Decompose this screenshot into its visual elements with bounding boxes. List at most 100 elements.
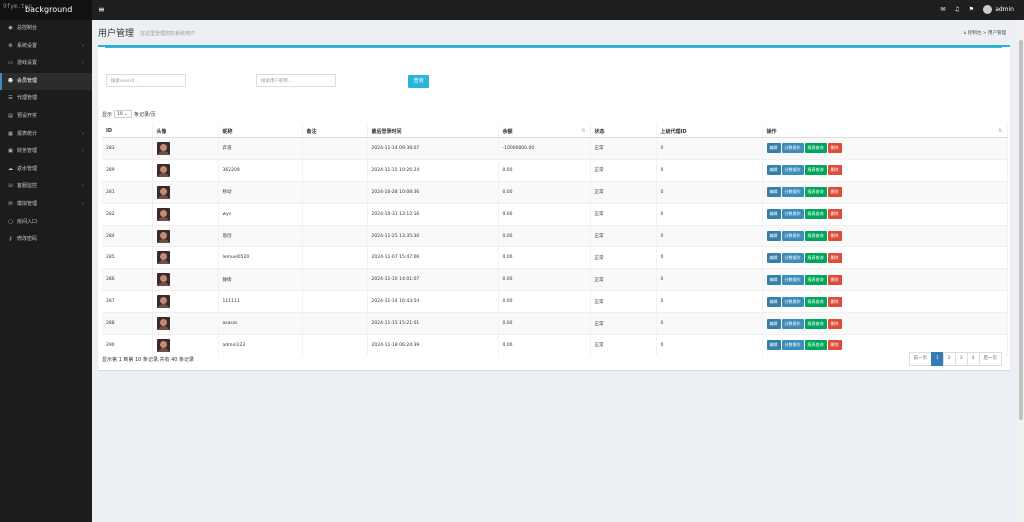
report-button[interactable]: 报表查询 xyxy=(804,187,827,198)
report-button[interactable]: 报表查询 xyxy=(804,165,827,176)
sidebar-item-6[interactable]: ▦ 报表统计 ‹ xyxy=(0,126,92,144)
brand-name[interactable]: background xyxy=(25,5,72,14)
nickname-search-input[interactable]: 搜索用户昵称... xyxy=(256,74,336,87)
envelope-icon[interactable]: ✉ xyxy=(940,6,945,13)
page-scrollbar[interactable] xyxy=(1018,20,1024,522)
delete-button[interactable]: 删除 xyxy=(827,274,842,285)
scrollbar-thumb[interactable] xyxy=(1019,40,1023,420)
column-header-4[interactable]: 最后登录时间 xyxy=(367,125,499,138)
column-header-1[interactable]: 头像 xyxy=(152,125,219,138)
sidebar-item-10[interactable]: ✉ 模拟管理 ‹ xyxy=(0,196,92,214)
report-button[interactable]: 报表查询 xyxy=(804,296,827,307)
split-button[interactable]: 分数操作 xyxy=(781,187,804,198)
column-header-label: 操作 xyxy=(766,128,777,135)
sidebar-item-8[interactable]: ☁ 返水管理 xyxy=(0,161,92,179)
chevron-left-icon: ‹ xyxy=(82,200,84,207)
edit-button[interactable]: 编辑 xyxy=(766,165,781,176)
report-button[interactable]: 报表查询 xyxy=(804,231,827,241)
edit-button[interactable]: 编辑 xyxy=(766,340,781,351)
edit-button[interactable]: 编辑 xyxy=(766,143,781,154)
split-button[interactable]: 分数操作 xyxy=(781,274,804,285)
delete-button[interactable]: 删除 xyxy=(827,296,842,307)
report-button[interactable]: 报表查询 xyxy=(804,274,827,285)
flag-icon[interactable]: ⚑ xyxy=(969,6,974,13)
gamepad-icon: ▭ xyxy=(8,60,13,67)
report-button[interactable]: 报表查询 xyxy=(804,209,827,220)
sidebar-item-5[interactable]: ▤ 预设开奖 xyxy=(0,108,92,126)
finance-icon: ▣ xyxy=(8,148,13,155)
sidebar-item-12[interactable]: ⚷ 修改密码 xyxy=(0,231,92,249)
sidebar: ◉ 总控制台 ⚙ 系统设置 ‹ ▭ 游戏设置 ‹ ☻ 会员管理 ☰ 代理管理 ▤ 预设开奖 ▦ 报表统计 ‹ ▣ 财… xyxy=(0,20,92,522)
cell-avatar xyxy=(152,158,219,182)
sort-icon[interactable]: ⇅ xyxy=(998,128,1002,134)
split-button[interactable]: 分数操作 xyxy=(781,296,804,307)
sidebar-item-7[interactable]: ▣ 财务管理 ‹ xyxy=(0,143,92,161)
edit-button[interactable]: 编辑 xyxy=(766,274,781,285)
sidebar-item-2[interactable]: ▭ 游戏设置 ‹ xyxy=(0,55,92,73)
column-header-8[interactable]: 操作 ⇅ xyxy=(762,125,1008,138)
column-header-6[interactable]: 状态 xyxy=(590,125,657,138)
split-button[interactable]: 分数操作 xyxy=(781,340,804,351)
report-button[interactable]: 报表查询 xyxy=(804,318,827,329)
split-button[interactable]: 分数操作 xyxy=(781,143,804,154)
sidebar-item-4[interactable]: ☰ 代理管理 xyxy=(0,90,92,108)
column-header-7[interactable]: 上级代理ID xyxy=(656,125,763,138)
delete-button[interactable]: 删除 xyxy=(827,209,842,220)
sidebar-item-3[interactable]: ☻ 会员管理 xyxy=(0,72,92,91)
prev-page-button[interactable]: 前一页 xyxy=(908,352,932,366)
split-button[interactable]: 分数操作 xyxy=(781,318,804,329)
report-button[interactable]: 报表查询 xyxy=(804,340,827,351)
page-length-select[interactable]: 10 ⌄ xyxy=(114,110,133,118)
column-header-3[interactable]: 备注 xyxy=(302,125,368,138)
chevron-left-icon: ‹ xyxy=(82,148,84,155)
edit-button[interactable]: 编辑 xyxy=(766,296,781,307)
table-row: 287 111111 2024-11-14 16:43:54 0.00 正常 0 编辑 分数操… xyxy=(102,290,1008,313)
table-info: 显示第 1 到第 10 条记录,共有 40 条记录 xyxy=(102,357,195,363)
breadcrumb-home[interactable]: 控制台 xyxy=(968,31,982,36)
column-header-2[interactable]: 昵称 xyxy=(218,125,303,138)
next-page-button[interactable]: 后一页 xyxy=(978,352,1002,366)
column-header-5[interactable]: 余额 ⇅ xyxy=(498,125,591,138)
cell-remark xyxy=(302,334,368,356)
sidebar-item-1[interactable]: ⚙ 系统设置 ‹ xyxy=(0,38,92,56)
page-subtitle: 在这里管理您的系统用户 xyxy=(140,31,196,37)
edit-button[interactable]: 编辑 xyxy=(766,231,781,241)
split-button[interactable]: 分数操作 xyxy=(781,252,804,263)
user-name: admin xyxy=(995,6,1014,13)
gauge-icon: ◉ xyxy=(8,25,13,31)
table-row: 288 asasss 2024-11-15 15:21:01 0.00 正常 0 编辑 分数操… xyxy=(102,312,1008,335)
delete-button[interactable]: 删除 xyxy=(827,165,842,176)
edit-button[interactable]: 编辑 xyxy=(766,187,781,198)
split-button[interactable]: 分数操作 xyxy=(781,231,804,241)
userid-search-input[interactable]: 搜索userid... xyxy=(106,74,186,87)
delete-button[interactable]: 删除 xyxy=(827,340,842,351)
cell-avatar xyxy=(152,137,219,160)
edit-button[interactable]: 编辑 xyxy=(766,252,781,263)
column-header-0[interactable]: ID xyxy=(102,125,153,138)
delete-button[interactable]: 删除 xyxy=(827,143,842,154)
bell-icon[interactable]: ♫ xyxy=(954,6,959,13)
sidebar-item-label: 财务管理 xyxy=(17,148,38,155)
delete-button[interactable]: 删除 xyxy=(827,318,842,329)
sort-icon[interactable]: ⇅ xyxy=(581,128,585,134)
cell-remark xyxy=(302,224,368,247)
sidebar-item-label: 模拟管理 xyxy=(17,200,38,207)
user-menu[interactable]: admin xyxy=(983,5,1014,14)
cell-nickname: 恩创 xyxy=(218,224,303,247)
sidebar-item-11[interactable]: ▢ 房间入口 xyxy=(0,214,92,232)
menu-toggle-icon[interactable]: ≡ xyxy=(98,5,105,14)
split-button[interactable]: 分数操作 xyxy=(781,165,804,176)
edit-button[interactable]: 编辑 xyxy=(766,209,781,220)
edit-button[interactable]: 编辑 xyxy=(766,318,781,329)
split-button[interactable]: 分数操作 xyxy=(781,209,804,220)
report-button[interactable]: 报表查询 xyxy=(804,252,827,263)
sidebar-item-9[interactable]: ☏ 客服监控 ‹ xyxy=(0,178,92,196)
sidebar-item-0[interactable]: ◉ 总控制台 xyxy=(0,20,92,38)
search-button[interactable]: 查询 xyxy=(408,75,429,88)
report-button[interactable]: 报表查询 xyxy=(804,143,827,154)
delete-button[interactable]: 删除 xyxy=(827,187,842,198)
delete-button[interactable]: 删除 xyxy=(827,231,842,241)
column-header-label: 余额 xyxy=(502,128,513,135)
delete-button[interactable]: 删除 xyxy=(827,252,842,263)
cell-balance: 0.00 xyxy=(498,202,591,226)
